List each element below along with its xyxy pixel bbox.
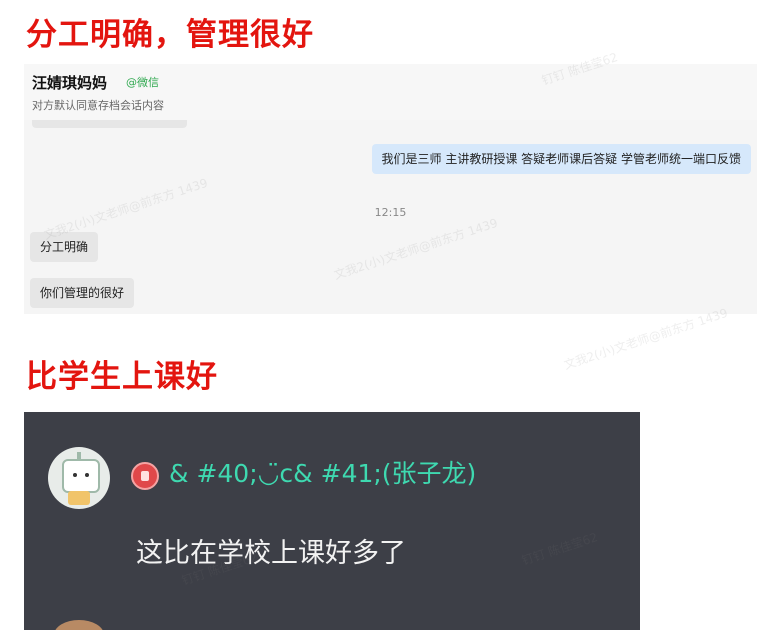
dark-chat-screenshot: & #40;◡̈c& #41;(张子龙) 这比在学校上课好多了 [24, 412, 640, 630]
chat-header: 汪婧琪妈妈 @微信 对方默认同意存档会话内容 [24, 64, 757, 120]
sender-name[interactable]: & #40;◡̈c& #41;(张子龙) [169, 460, 476, 488]
outgoing-message-bubble: 我们是三师 主讲教研授课 答疑老师课后答疑 学管老师统一端口反馈 [371, 144, 751, 174]
chat-message-text: 这比在学校上课好多了 [136, 538, 406, 569]
robot-avatar-icon[interactable] [48, 447, 110, 509]
wechat-source-tag: @微信 [126, 76, 159, 89]
contact-name[interactable]: 汪婧琪妈妈 [32, 72, 107, 93]
next-avatar-icon [54, 620, 104, 630]
section-heading-better-than-school: 比学生上课好 [26, 359, 218, 395]
rank-badge-icon [131, 462, 159, 490]
wechat-chat-screenshot: 汪婧琪妈妈 @微信 对方默认同意存档会话内容 我们是三师 主讲教研授课 答疑老师… [24, 64, 757, 314]
section-heading-division-of-labor: 分工明确，管理很好 [26, 17, 314, 53]
incoming-message-bubble: 你们管理的很好 [30, 278, 135, 308]
incoming-message-bubble: 分工明确 [30, 232, 99, 262]
watermark: 文我2(小)文老师@前东方 1439 [562, 305, 730, 373]
message-timestamp: 12:15 [374, 206, 407, 219]
archive-consent-notice: 对方默认同意存档会话内容 [32, 99, 164, 112]
previous-message-bubble [32, 120, 187, 128]
